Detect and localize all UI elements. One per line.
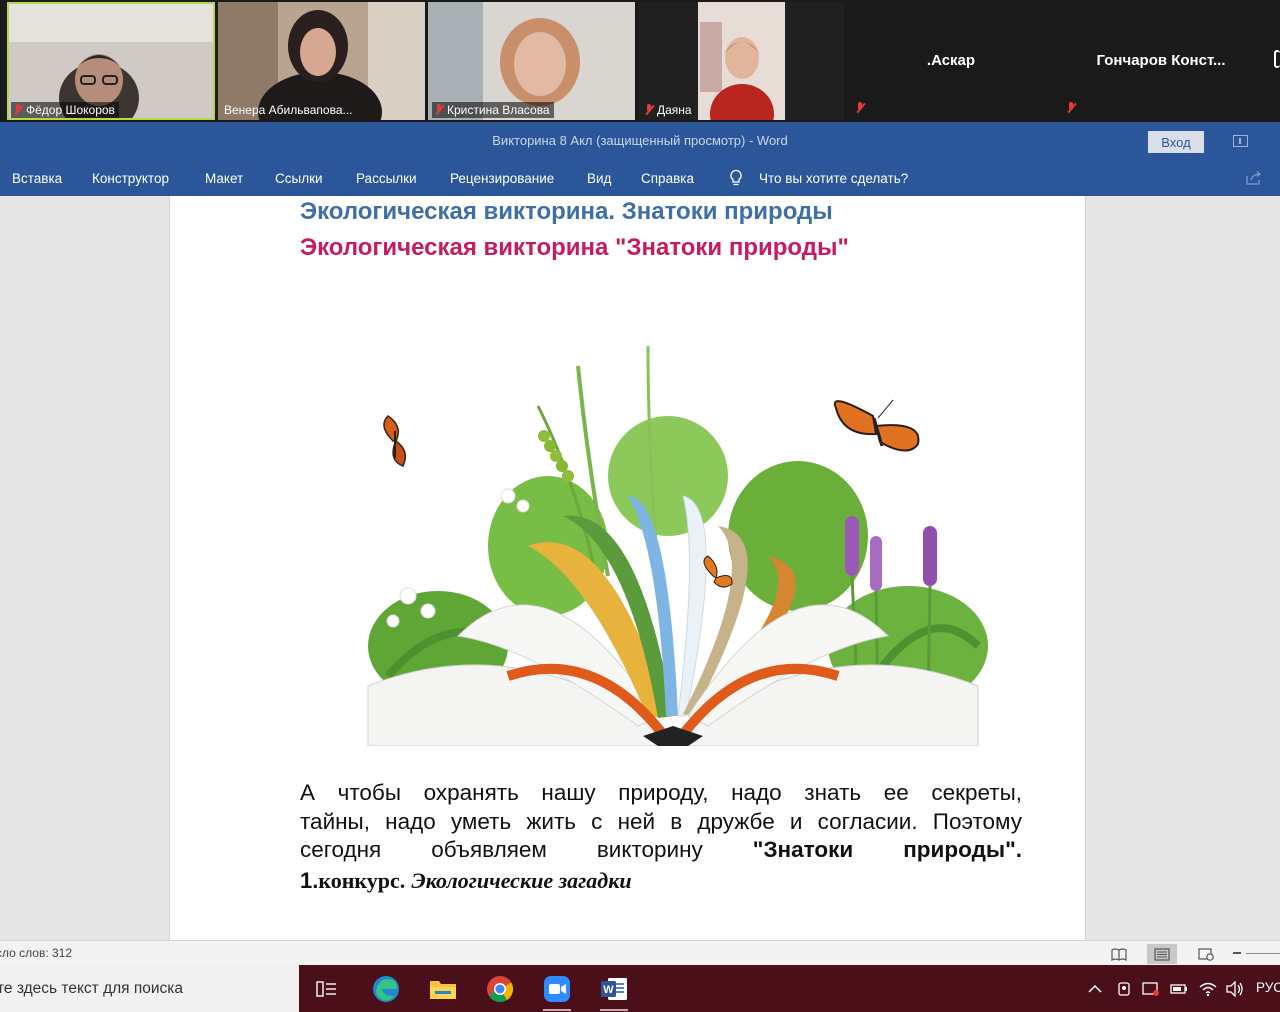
show-hidden-icons-chevron-icon[interactable] — [1087, 980, 1103, 998]
share-icon[interactable] — [1246, 171, 1262, 185]
paragraph-line-3-start: сегодня объявляем викторину — [300, 837, 703, 862]
contest-title: Экологические загадки — [411, 868, 632, 893]
mic-off-icon — [434, 104, 444, 116]
participant-label: Гончаров Конст... — [1096, 51, 1226, 69]
book-icon — [1111, 947, 1127, 961]
windows-taskbar: те здесь текст для поиска W РУС — [0, 965, 1280, 1012]
zoom-out-button[interactable] — [1233, 952, 1241, 954]
contest-number: 1. — [300, 868, 319, 893]
word-app-icon[interactable]: W — [598, 973, 630, 1011]
participant-tile-3[interactable]: Кристина Власова — [428, 2, 635, 120]
status-bar: сло слов: 312 — [0, 940, 1280, 965]
paragraph-line-1: А чтобы охранять нашу природу, надо знат… — [300, 780, 1022, 805]
caterpillar — [538, 430, 574, 482]
wifi-icon[interactable] — [1198, 980, 1218, 998]
mic-off-icon — [1066, 102, 1076, 114]
book-nature-illustration — [367, 346, 988, 746]
edge-icon[interactable] — [370, 973, 402, 1005]
tab-insert[interactable]: Вставка — [12, 171, 62, 186]
tab-design[interactable]: Конструктор — [92, 171, 169, 186]
volume-icon[interactable] — [1225, 980, 1245, 998]
participant-tile-5[interactable]: .Аскар — [847, 0, 1055, 120]
mic-off-icon — [13, 104, 23, 116]
participant-label: Венера Абильвапова... — [224, 103, 353, 117]
butterfly-left — [383, 415, 407, 467]
paragraph-line-2: тайны, надо уметь жить с ней в дружбе и … — [300, 808, 1022, 834]
task-view-icon[interactable] — [311, 973, 343, 1005]
input-language[interactable]: РУС — [1256, 980, 1280, 995]
document-heading-1: Экологическая викторина. Знатоки природы — [300, 198, 833, 225]
lightbulb-icon — [730, 169, 742, 186]
sign-in-button[interactable]: Вход — [1148, 131, 1204, 153]
web-layout-button[interactable] — [1191, 944, 1221, 964]
quiz-name-bold: "Знатоки природы". — [752, 837, 1022, 862]
contest-word: конкурс. — [318, 868, 406, 893]
participant-label: Даяна — [657, 103, 692, 117]
document-title: Викторина 8 Акл (защищенный просмотр) - … — [492, 133, 788, 148]
file-explorer-icon[interactable] — [427, 973, 459, 1005]
butterfly-on-book — [703, 555, 733, 588]
participant-name-4: Даяна — [642, 102, 696, 118]
tab-mailings[interactable]: Рассылки — [356, 171, 417, 186]
web-layout-icon — [1198, 947, 1214, 961]
tab-review[interactable]: Рецензирование — [450, 171, 554, 186]
taskbar-search-box[interactable]: те здесь текст для поиска — [0, 965, 299, 1012]
document-page[interactable]: Экологическая викторина. Знатоки природы… — [169, 196, 1086, 940]
contest-heading: 1.конкурс. Экологические загадки — [300, 868, 632, 894]
participant-tile-6[interactable]: Гончаров Конст... — [1058, 0, 1264, 120]
participant-tile-1[interactable]: Фёдор Шокоров — [7, 2, 215, 120]
ribbon-tabs: Вставка Конструктор Макет Ссылки Рассылк… — [0, 160, 1280, 196]
tab-layout[interactable]: Макет — [205, 171, 243, 186]
zoom-participant-strip: Фёдор Шокоров Венера Абильвапова... Крис… — [0, 0, 1280, 122]
participant-name-1: Фёдор Шокоров — [11, 102, 119, 118]
participant-tile-4[interactable]: Даяна — [638, 2, 844, 120]
strip-scroll-indicator[interactable] — [1274, 50, 1280, 68]
participant-tile-2[interactable]: Венера Абильвапова... — [218, 2, 425, 120]
tab-references[interactable]: Ссылки — [275, 171, 323, 186]
word-title-bar: Викторина 8 Акл (защищенный просмотр) - … — [0, 122, 1280, 160]
document-canvas[interactable]: Экологическая викторина. Знатоки природы… — [0, 196, 1280, 940]
participant-name-3: Кристина Власова — [432, 102, 554, 118]
print-layout-button[interactable] — [1147, 944, 1177, 964]
mic-off-icon — [644, 104, 654, 116]
zoom-slider[interactable] — [1246, 953, 1280, 954]
svg-text:W: W — [603, 984, 614, 996]
document-heading-2: Экологическая викторина "Знатоки природы… — [300, 234, 849, 261]
mic-off-icon — [855, 102, 865, 114]
participant-label: .Аскар — [926, 51, 976, 69]
participant-label: Кристина Власова — [447, 103, 550, 117]
tab-help[interactable]: Справка — [641, 171, 694, 186]
foliage — [368, 346, 988, 706]
participant-label: Фёдор Шокоров — [26, 103, 115, 117]
ribbon-display-options-icon[interactable] — [1233, 135, 1248, 147]
meet-now-icon[interactable] — [1115, 980, 1133, 998]
chrome-icon[interactable] — [484, 973, 516, 1005]
screen-share-icon[interactable] — [1141, 980, 1161, 998]
paragraph-line-3: сегодня объявляем викторину "Знатоки при… — [300, 836, 1022, 865]
word-count[interactable]: сло слов: 312 — [0, 946, 72, 960]
tab-view[interactable]: Вид — [587, 171, 611, 186]
page-layout-icon — [1154, 947, 1170, 961]
zoom-app-icon[interactable] — [541, 973, 573, 1011]
participant-name-2: Венера Абильвапова... — [222, 102, 357, 118]
search-placeholder: те здесь текст для поиска — [0, 980, 184, 997]
intro-paragraph: А чтобы охранять нашу природу, надо знат… — [300, 779, 1022, 865]
butterfly-right — [833, 399, 920, 452]
tell-me-search[interactable]: Что вы хотите сделать? — [759, 171, 908, 186]
read-mode-button[interactable] — [1104, 944, 1134, 964]
battery-icon[interactable] — [1169, 980, 1189, 998]
